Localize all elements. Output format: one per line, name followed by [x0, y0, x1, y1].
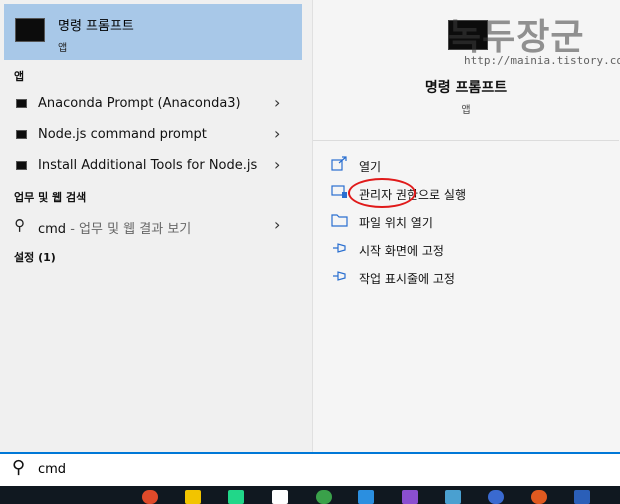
app-icon[interactable]	[488, 490, 504, 504]
app-item-anaconda[interactable]: Anaconda Prompt (Anaconda3) ›	[0, 90, 300, 118]
web-search-query: cmd	[38, 222, 67, 237]
chevron-right-icon[interactable]: ›	[274, 215, 280, 234]
settings-section-header[interactable]: 설정 (1)	[14, 249, 56, 265]
watermark-url: http://mainia.tistory.com	[464, 54, 620, 67]
chevron-right-icon[interactable]: ›	[274, 93, 280, 112]
open-icon	[331, 156, 347, 171]
detail-subtitle: 앱	[461, 105, 471, 116]
visual-studio-icon[interactable]	[402, 490, 418, 504]
word-icon[interactable]	[574, 490, 590, 504]
apps-section-header: 앱	[14, 70, 25, 83]
web-search-label: cmd - 업무 및 웹 결과 보기	[38, 218, 191, 237]
watermark-logo: 녹두장군	[448, 17, 585, 58]
action-pin-to-taskbar[interactable]: 작업 표시줄에 고정	[331, 268, 601, 288]
detail-title: 명령 프롬프트	[424, 80, 508, 96]
web-section-header: 업무 및 웹 검색	[14, 191, 87, 204]
chevron-right-icon[interactable]: ›	[274, 155, 280, 174]
terminal-app-icon	[16, 99, 27, 108]
app-item-label: Install Additional Tools for Node.js	[38, 158, 258, 173]
action-label: 파일 위치 열기	[359, 216, 433, 230]
action-label: 시작 화면에 고정	[359, 244, 444, 258]
highlight-circle	[348, 178, 416, 208]
best-match-item[interactable]: 명령 프롬프트 앱	[4, 4, 302, 60]
detail-panel: 명령 프롬프트 앱 열기 관리자 권한으로 실행 파일 위치 열기 시작 화면에…	[312, 0, 620, 452]
search-bar[interactable]: ⚲	[0, 452, 620, 486]
vscode-icon[interactable]	[358, 490, 374, 504]
detail-divider	[313, 140, 619, 141]
web-search-item[interactable]: ⚲ cmd - 업무 및 웹 결과 보기 ›	[0, 212, 300, 240]
chevron-right-icon[interactable]: ›	[274, 124, 280, 143]
best-match-title: 명령 프롬프트	[58, 19, 134, 34]
terminal-app-icon	[16, 161, 27, 170]
app-item-label: Node.js command prompt	[38, 127, 207, 142]
run-as-admin-icon	[331, 185, 347, 198]
action-label: 열기	[359, 160, 382, 174]
terminal-app-icon	[15, 18, 45, 42]
action-pin-to-start[interactable]: 시작 화면에 고정	[331, 240, 601, 260]
action-open[interactable]: 열기	[331, 156, 601, 176]
terminal-app-icon	[16, 130, 27, 139]
chrome-icon[interactable]	[142, 490, 158, 504]
folder-icon	[331, 214, 348, 227]
search-icon: ⚲	[14, 216, 25, 234]
search-icon: ⚲	[12, 457, 26, 478]
web-search-suffix: - 업무 및 웹 결과 보기	[66, 222, 192, 237]
pycharm-icon[interactable]	[228, 490, 244, 504]
app-item-nodejs-tools[interactable]: Install Additional Tools for Node.js ›	[0, 152, 300, 180]
action-open-file-location[interactable]: 파일 위치 열기	[331, 212, 601, 232]
search-input[interactable]	[38, 462, 538, 477]
pin-icon	[333, 271, 346, 281]
taskbar	[0, 486, 620, 504]
best-match-subtitle: 앱	[58, 43, 68, 54]
notepad-icon[interactable]	[272, 490, 288, 504]
file-explorer-icon[interactable]	[185, 490, 201, 504]
app-icon[interactable]	[445, 490, 461, 504]
app-item-label: Anaconda Prompt (Anaconda3)	[38, 96, 241, 111]
action-label: 작업 표시줄에 고정	[359, 272, 455, 286]
app-item-nodejs-prompt[interactable]: Node.js command prompt ›	[0, 121, 300, 149]
search-results-panel: 명령 프롬프트 앱 앱 Anaconda Prompt (Anaconda3) …	[0, 0, 312, 452]
pin-icon	[333, 243, 346, 253]
app-icon[interactable]	[316, 490, 332, 504]
app-icon[interactable]	[531, 490, 547, 504]
